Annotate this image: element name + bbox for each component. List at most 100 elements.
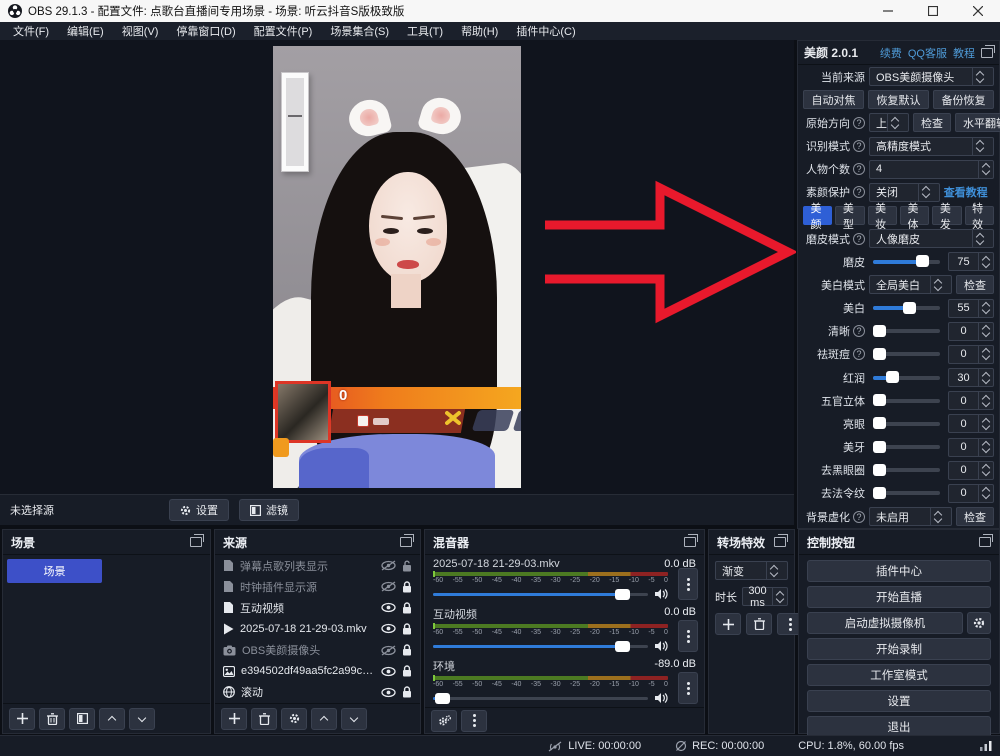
eye-slash-icon[interactable] (381, 581, 396, 592)
speaker-icon[interactable] (654, 588, 668, 600)
tab-reshape[interactable]: 美型 (835, 206, 864, 225)
volume-slider[interactable] (433, 593, 648, 596)
eye-icon[interactable] (381, 623, 396, 634)
menu-scene-collection[interactable]: 场景集合(S) (321, 22, 398, 40)
start-virtual-camera-button[interactable]: 启动虚拟摄像机 (807, 612, 963, 634)
whiten-value-input[interactable]: 55 (948, 299, 994, 318)
tab-beauty[interactable]: 美颜 (803, 206, 832, 225)
dark-circles-value-input[interactable]: 0 (948, 461, 994, 480)
transition-type-select[interactable]: 渐变 (715, 561, 788, 580)
orientation-select[interactable]: 上 (869, 113, 909, 132)
popout-icon[interactable] (774, 537, 786, 547)
source-filters-button[interactable]: 滤镜 (239, 499, 299, 521)
settings-button[interactable]: 设置 (807, 690, 991, 712)
remove-transition-button[interactable] (746, 613, 772, 635)
detect-mode-select[interactable]: 高精度模式 (869, 137, 994, 156)
restore-default-button[interactable]: 恢复默认 (868, 90, 929, 109)
tab-hair[interactable]: 美发 (932, 206, 961, 225)
source-row[interactable]: 2025-07-18 21-29-03.mkv (215, 618, 420, 639)
lock-icon[interactable] (402, 623, 412, 635)
person-count-input[interactable]: 4 (869, 160, 994, 179)
mixer-channel-menu-button[interactable] (678, 672, 698, 704)
menu-profile[interactable]: 配置文件(P) (245, 22, 322, 40)
eye-slash-icon[interactable] (381, 645, 396, 656)
source-row[interactable]: 时钟插件显示源 (215, 576, 420, 597)
camera-preview[interactable]: 0 (273, 46, 521, 488)
eye-icon[interactable] (381, 666, 396, 677)
eye-icon[interactable] (381, 687, 396, 698)
nasolabial-value-input[interactable]: 0 (948, 484, 994, 503)
source-row[interactable]: 弹幕点歌列表显示 (215, 555, 420, 576)
bg-blur-check-button[interactable]: 检查 (956, 507, 994, 526)
remove-source-button[interactable] (251, 708, 277, 730)
rosy-value-input[interactable]: 30 (948, 368, 994, 387)
popout-icon[interactable] (190, 537, 202, 547)
blemish-slider[interactable] (873, 352, 940, 356)
start-recording-button[interactable]: 开始录制 (807, 638, 991, 660)
source-row[interactable]: e394502df49aa5fc2a99cd2e7c (215, 661, 420, 682)
menu-docks[interactable]: 停靠窗口(D) (167, 22, 244, 40)
menu-edit[interactable]: 编辑(E) (58, 22, 113, 40)
menu-tools[interactable]: 工具(T) (398, 22, 452, 40)
face-protect-select[interactable]: 关闭 (869, 183, 940, 202)
source-down-button[interactable] (341, 708, 367, 730)
eye-icon[interactable] (381, 602, 396, 613)
contour-slider[interactable] (873, 399, 940, 403)
contour-value-input[interactable]: 0 (948, 391, 994, 410)
menu-file[interactable]: 文件(F) (4, 22, 58, 40)
nasolabial-slider[interactable] (873, 491, 940, 495)
volume-slider[interactable] (433, 697, 648, 700)
help-icon[interactable] (853, 186, 865, 198)
popout-icon[interactable] (979, 537, 991, 547)
whiten-slider[interactable] (873, 306, 940, 310)
add-scene-button[interactable] (9, 708, 35, 730)
tab-body[interactable]: 美体 (900, 206, 929, 225)
bg-blur-select[interactable]: 未启用 (869, 507, 952, 526)
bright-eyes-slider[interactable] (873, 422, 940, 426)
popout-icon[interactable] (684, 537, 696, 547)
advanced-audio-button[interactable] (431, 710, 457, 732)
lock-icon[interactable] (402, 644, 412, 656)
start-streaming-button[interactable]: 开始直播 (807, 586, 991, 608)
virtual-camera-settings-button[interactable] (967, 612, 991, 634)
mixer-channel-menu-button[interactable] (678, 620, 698, 652)
blemish-value-input[interactable]: 0 (948, 345, 994, 364)
clarity-value-input[interactable]: 0 (948, 322, 994, 341)
popout-icon[interactable] (400, 537, 412, 547)
lock-icon[interactable] (402, 581, 412, 593)
source-row[interactable]: 滚动 (215, 682, 420, 703)
volume-slider-handle[interactable] (615, 641, 630, 652)
studio-mode-button[interactable]: 工作室模式 (807, 664, 991, 686)
whiten-mode-select[interactable]: 全局美白 (869, 275, 952, 294)
dark-circles-slider[interactable] (873, 468, 940, 472)
horizontal-flip-button[interactable]: 水平翻转 (955, 113, 1000, 132)
scene-down-button[interactable] (129, 708, 155, 730)
popout-icon[interactable] (981, 48, 993, 58)
backup-restore-button[interactable]: 备份恢复 (933, 90, 994, 109)
whiten-check-button[interactable]: 检查 (956, 275, 994, 294)
plugin-center-button[interactable]: 插件中心 (807, 560, 991, 582)
tutorial-link[interactable]: 教程 (953, 45, 975, 61)
close-button[interactable] (955, 0, 1000, 22)
help-icon[interactable] (853, 233, 865, 245)
tab-effects[interactable]: 特效 (965, 206, 994, 225)
menu-help[interactable]: 帮助(H) (452, 22, 507, 40)
source-row[interactable]: OBS美颜摄像头 (215, 640, 420, 661)
transition-duration-input[interactable]: 300 ms (742, 587, 788, 606)
renew-link[interactable]: 续费 (880, 45, 902, 61)
add-source-button[interactable] (221, 708, 247, 730)
qq-support-link[interactable]: QQ客服 (908, 45, 947, 61)
scene-filters-button[interactable] (69, 708, 95, 730)
source-settings-button[interactable]: 设置 (169, 499, 229, 521)
autofocus-button[interactable]: 自动对焦 (803, 90, 864, 109)
help-icon[interactable] (853, 348, 865, 360)
speaker-icon[interactable] (654, 692, 668, 704)
smooth-slider[interactable] (873, 260, 940, 264)
lock-icon[interactable] (402, 602, 412, 614)
bright-eyes-value-input[interactable]: 0 (948, 414, 994, 433)
source-properties-button[interactable] (281, 708, 307, 730)
tab-makeup[interactable]: 美妆 (868, 206, 897, 225)
orientation-check-button[interactable]: 检查 (913, 113, 951, 132)
help-icon[interactable] (853, 163, 865, 175)
volume-slider-handle[interactable] (435, 693, 450, 704)
